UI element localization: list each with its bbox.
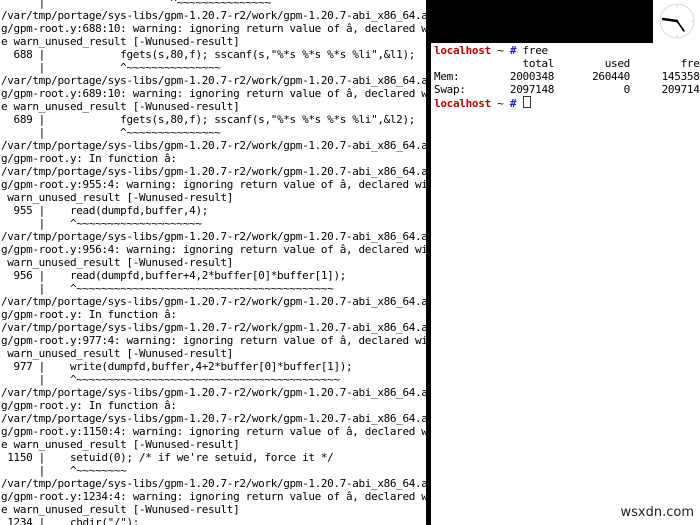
compiler-output-line: | ^~~~~~~~~~~~~~~~ [1, 61, 221, 74]
compiler-output-line: warn_unused_result [-Wunused-result] [1, 191, 234, 204]
compiler-output-line: | ^~~~~~~~~~~~~~~~ [1, 126, 221, 139]
compiler-output-line: /var/tmp/portage/sys-libs/gpm-1.20.7-r2/… [1, 386, 427, 399]
free-row-mem: Mem: 2000348 260440 1453588 [434, 70, 700, 83]
screen: | ^~~~~~~~~~~~~~~~/var/tmp/portage/sys-l… [0, 0, 700, 525]
compiler-output-line: g/gpm-root.y:688:10: warning: ignoring r… [1, 22, 427, 35]
compiler-output-text: | ^~~~~~~~~~~~~~~~/var/tmp/portage/sys-l… [1, 0, 427, 525]
compiler-output-line: g/gpm-root.y:956:4: warning: ignoring re… [1, 243, 427, 256]
shell-prompt-line-command: localhost ~ # free [434, 44, 700, 57]
compiler-output-line: 688 | fgets(s,80,f); sscanf(s,"%*s %*s %… [1, 48, 416, 61]
analog-clock-widget[interactable] [653, 0, 700, 43]
compiler-output-line: | ^~~~~~~~~~~~~~~~~~~~~ [1, 217, 202, 230]
compiler-output-line: 1234 | chdir("/"); [1, 516, 139, 525]
compiler-output-line: e warn_unused_result [-Wunused-result] [1, 100, 240, 113]
free-command-text: free [522, 44, 549, 57]
compiler-output-line: g/gpm-root.y:1234:4: warning: ignoring r… [1, 490, 427, 503]
compiler-output-line: /var/tmp/portage/sys-libs/gpm-1.20.7-r2/… [1, 165, 427, 178]
compiler-output-terminal[interactable]: | ^~~~~~~~~~~~~~~~/var/tmp/portage/sys-l… [0, 0, 431, 525]
compiler-output-line: g/gpm-root.y:955:4: warning: ignoring re… [1, 178, 427, 191]
text-cursor [522, 96, 531, 108]
compiler-output-line: /var/tmp/portage/sys-libs/gpm-1.20.7-r2/… [1, 295, 427, 308]
compiler-output-line: /var/tmp/portage/sys-libs/gpm-1.20.7-r2/… [1, 412, 427, 425]
compiler-output-line: 1150 | setuid(0); /* if we're setuid, fo… [1, 451, 334, 464]
free-output-text: localhost ~ # free total used free sh Me… [434, 44, 700, 110]
watermark: wsxdn.com [620, 505, 695, 520]
compiler-output-line: | ^~~~~~~~~~~~~~~~~~~~~~~~~~~~~~~~~~~~~~… [1, 282, 334, 295]
compiler-output-line: /var/tmp/portage/sys-libs/gpm-1.20.7-r2/… [1, 477, 427, 490]
compiler-output-line: g/gpm-root.y:689:10: warning: ignoring r… [1, 87, 427, 100]
shell-prompt-line-idle: localhost ~ # [434, 96, 700, 110]
compiler-output-line: | ^~~~~~~~~~~~~~~~ [1, 0, 271, 9]
clock-icon [659, 3, 695, 39]
compiler-output-line: g/gpm-root.y: In function â: [1, 308, 177, 321]
compiler-output-line: g/gpm-root.y: In function â: [1, 399, 177, 412]
compiler-output-line: /var/tmp/portage/sys-libs/gpm-1.20.7-r2/… [1, 139, 427, 152]
compiler-output-line: g/gpm-root.y:1150:4: warning: ignoring r… [1, 425, 427, 438]
compiler-output-line: e warn_unused_result [-Wunused-result] [1, 438, 240, 451]
compiler-output-line: /var/tmp/portage/sys-libs/gpm-1.20.7-r2/… [1, 74, 427, 87]
compiler-output-line: /var/tmp/portage/sys-libs/gpm-1.20.7-r2/… [1, 9, 427, 22]
compiler-output-line: g/gpm-root.y:977:4: warning: ignoring re… [1, 334, 427, 347]
compiler-output-line: 956 | read(dumpfd,buffer+4,2*buffer[0]*b… [1, 269, 347, 282]
compiler-output-line: e warn_unused_result [-Wunused-result] [1, 503, 240, 516]
compiler-output-line: warn_unused_result [-Wunused-result] [1, 347, 234, 360]
compiler-output-line: | ^~~~~~~~~ [1, 464, 127, 477]
compiler-output-line: | ^~~~~~~~~~~~~~~~~~~~~~~~~~~~~~~~~~~~~~… [1, 373, 340, 386]
compiler-output-line: 977 | write(dumpfd,buffer,4+2*buffer[0]*… [1, 360, 353, 373]
compiler-output-line: g/gpm-root.y: In function â: [1, 152, 177, 165]
compiler-output-line: 689 | fgets(s,80,f); sscanf(s,"%*s %*s %… [1, 113, 416, 126]
free-memory-terminal[interactable]: localhost ~ # free total used free sh Me… [431, 43, 700, 525]
prompt-hostname-2: localhost [434, 97, 491, 110]
compiler-output-line: warn_unused_result [-Wunused-result] [1, 256, 234, 269]
free-table-header: total used free sh [522, 57, 700, 70]
compiler-output-line: 955 | read(dumpfd,buffer,4); [1, 204, 209, 217]
free-row-swap: Swap: 2097148 0 2097148 [434, 83, 700, 96]
compiler-output-line: /var/tmp/portage/sys-libs/gpm-1.20.7-r2/… [1, 230, 427, 243]
prompt-hostname: localhost [434, 44, 491, 57]
compiler-output-line: /var/tmp/portage/sys-libs/gpm-1.20.7-r2/… [1, 321, 427, 334]
compiler-output-line: e warn_unused_result [-Wunused-result] [1, 35, 240, 48]
